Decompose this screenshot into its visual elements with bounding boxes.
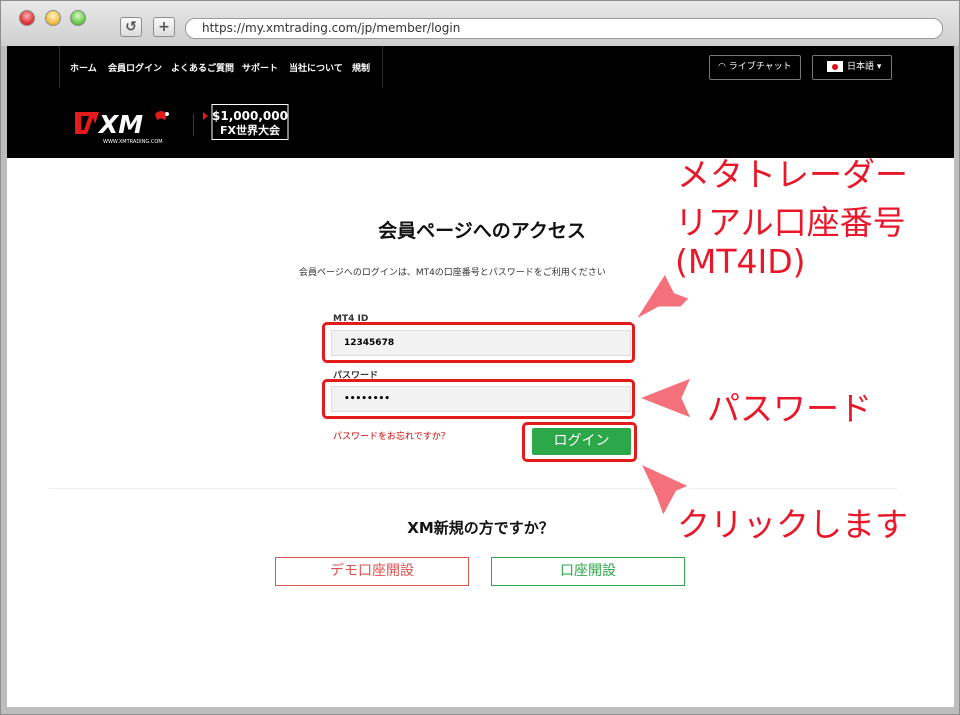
new-tab-icon[interactable]: + [153,17,175,37]
close-window-button[interactable] [19,10,35,26]
japan-flag-icon [827,61,843,72]
fx-contest-badge[interactable]: $1,000,000 FX世界大会 [203,104,289,140]
mt4id-highlight [322,322,635,363]
page-viewport: ホーム 会員ログイン よくあるご質問 サポート 当社について 規制 ◠ ライブチ… [7,46,954,707]
annotation-click: クリックします [677,505,908,544]
nav-item-support[interactable]: サポート [242,61,278,74]
nav-item-member-login[interactable]: 会員ログイン [108,61,162,74]
logo-text: XM [97,110,143,139]
logo-subtext: WWW.XMTRADING.COM [103,139,163,145]
nav-item-faq[interactable]: よくあるご質問 [171,61,234,74]
login-instructions: 会員ページへのログインは、MT4の口座番号とパスワードをご利用ください [299,268,606,278]
maximize-window-button[interactable] [70,10,86,26]
browser-window: ↺ + https://my.xmtrading.com/jp/member/l… [0,0,960,715]
top-navigation: ホーム 会員ログイン よくあるご質問 サポート 当社について 規制 ◠ ライブチ… [7,46,954,88]
address-bar[interactable]: https://my.xmtrading.com/jp/member/login [185,18,943,39]
xm-logo[interactable]: XM WWW.XMTRADING.COM [73,106,173,148]
open-demo-account-button[interactable]: デモ口座開設 [275,557,469,586]
login-button-highlight [522,422,637,462]
caret-down-icon: ▾ [874,62,882,72]
language-select[interactable]: 日本語 ▾ [812,55,892,80]
browser-titlebar: ↺ + https://my.xmtrading.com/jp/member/l… [1,1,959,46]
minimize-window-button[interactable] [45,10,61,26]
annotation-mt4id-line3: (MT4ID) [675,242,806,281]
prize-amount: $1,000,000 [212,109,288,123]
nav-item-home[interactable]: ホーム [70,61,97,74]
nav-menu: ホーム 会員ログイン よくあるご質問 サポート 当社について 規制 [59,46,383,88]
forgot-password-link[interactable]: パスワードをお忘れですか？ [333,429,450,442]
headset-icon: ◠ [718,62,729,72]
prize-label: FX世界大会 [220,123,281,137]
annotation-mt4id-line1: メタトレーダー [677,155,908,194]
arrow-to-password-icon [635,374,695,422]
annotation-mt4id-line2: リアル口座番号 [675,203,906,242]
brand-divider [193,114,194,136]
section-divider [49,488,897,489]
annotation-password: パスワード [707,389,872,428]
livechat-button[interactable]: ◠ ライブチャット [709,55,801,80]
password-highlight [322,379,635,419]
open-real-account-button[interactable]: 口座開設 [491,557,685,586]
reload-icon[interactable]: ↺ [120,17,142,37]
language-label: 日本語 [847,62,875,72]
nav-item-about[interactable]: 当社について [289,61,343,74]
livechat-label: ライブチャット [728,62,792,72]
nav-item-regulation[interactable]: 規制 [352,61,370,74]
